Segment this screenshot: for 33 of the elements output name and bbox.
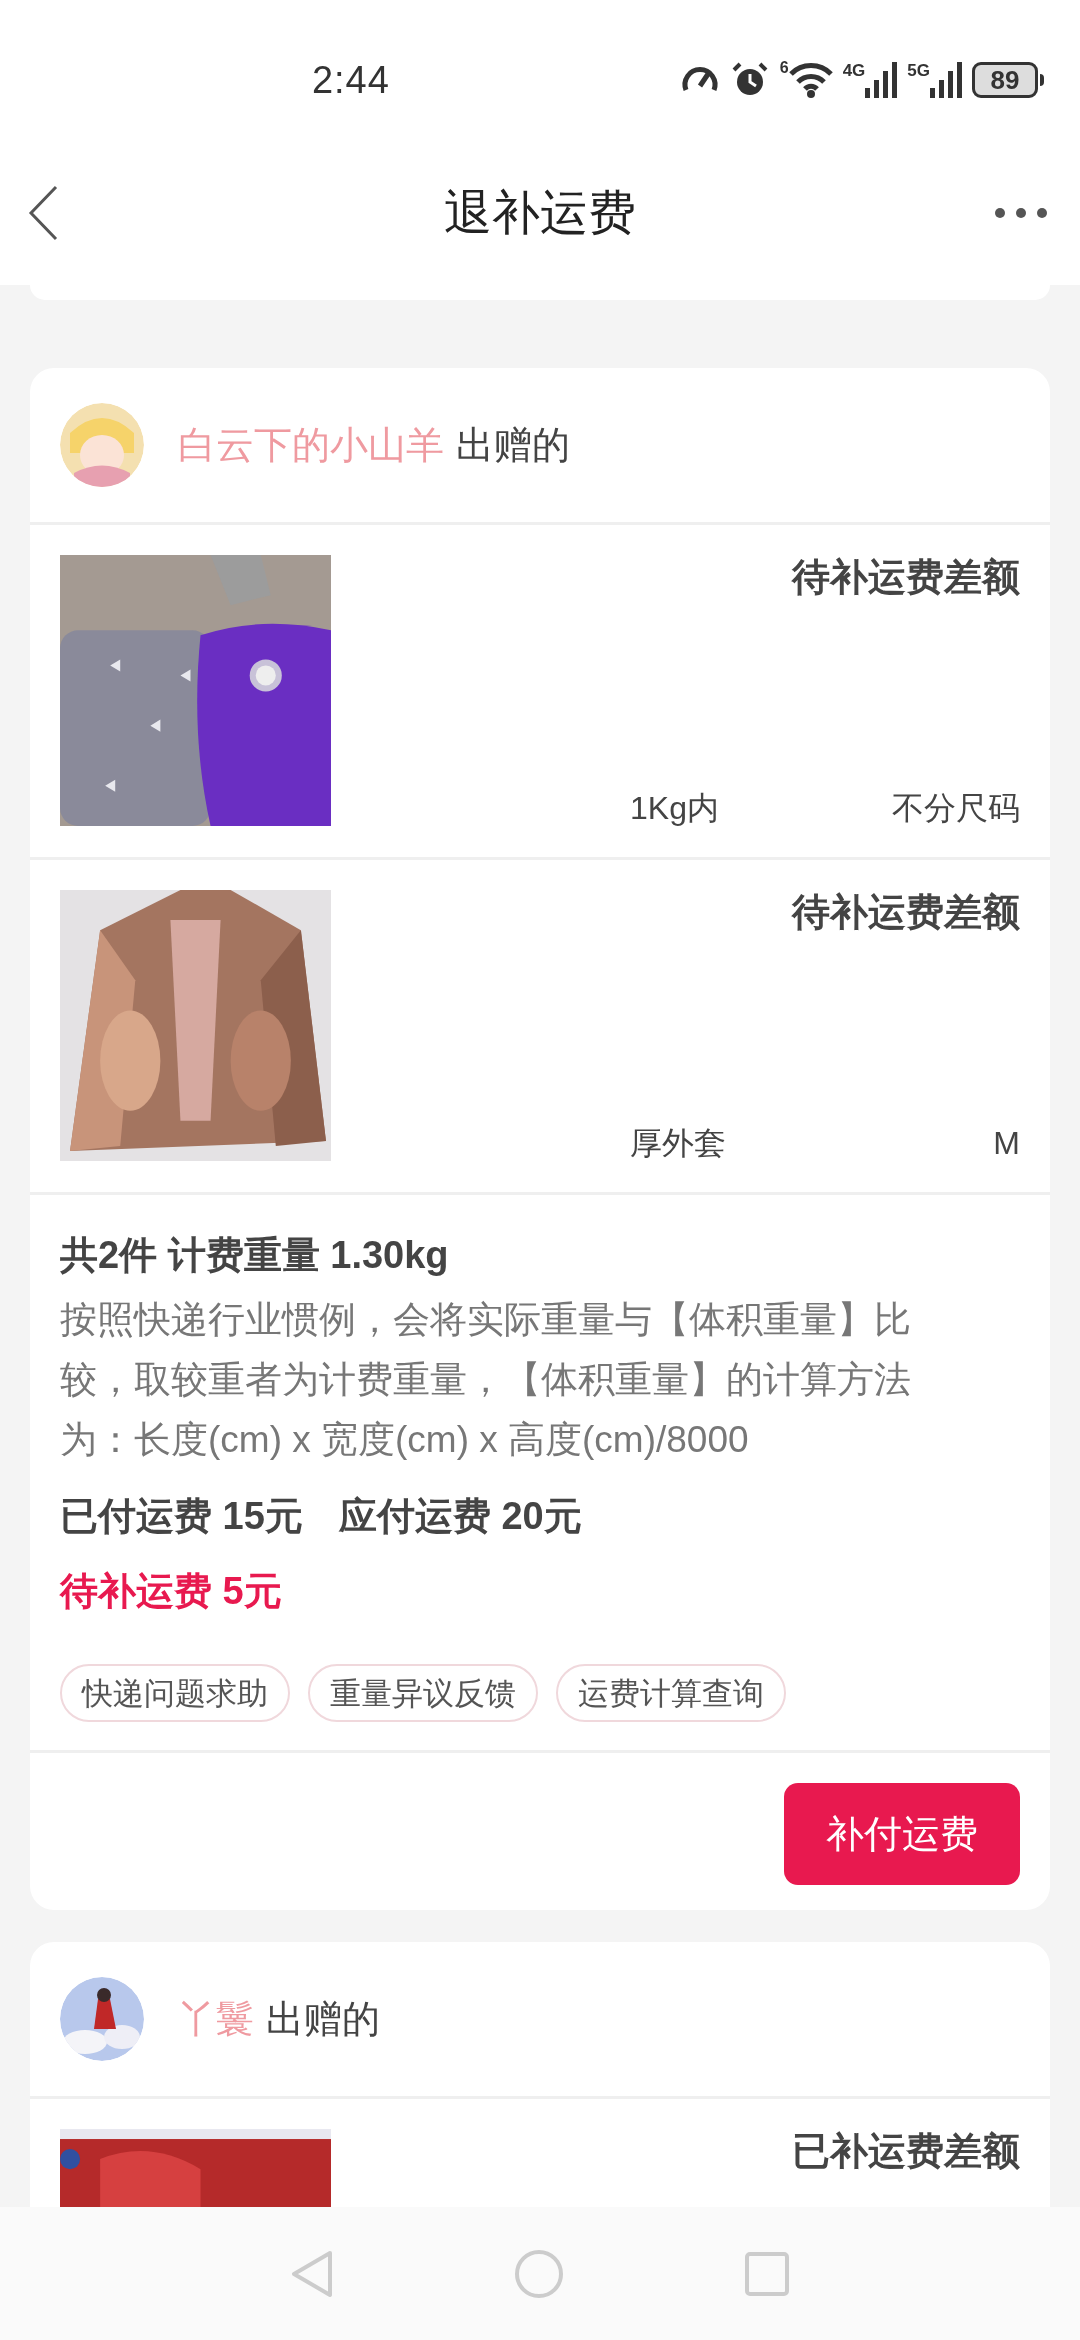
item-size: 不分尺码 xyxy=(891,792,1020,824)
network-label: 4G xyxy=(842,62,866,79)
network-label: 5G xyxy=(907,62,930,79)
pay-shipping-button[interactable]: 补付运费 xyxy=(784,1783,1020,1886)
shipping-status: 待补运费差额 xyxy=(792,555,1020,600)
item-weight: 1Kg内 xyxy=(630,792,720,824)
billing-weight: 共2件 计费重量 1.30kg xyxy=(60,1233,450,1278)
fee-amount: 应付运费 20元 xyxy=(338,1494,582,1540)
page-title: 退补运费 xyxy=(444,184,636,241)
more-icon xyxy=(994,206,1048,219)
item-weight: 厚外套 xyxy=(630,1127,727,1159)
battery-tip xyxy=(1040,74,1044,86)
shipping-status: 待补运费差额 xyxy=(792,890,1020,935)
item-size: M xyxy=(992,1127,1020,1159)
shipping-status: 已补运费差额 xyxy=(792,2129,1020,2175)
wifi-label: 6 xyxy=(779,60,789,76)
due-fee: 待补运费 5元 xyxy=(60,1569,283,1615)
status-time: 2:44 xyxy=(312,57,390,103)
home-icon xyxy=(514,2248,564,2299)
fee-amount: 已付运费 15元 xyxy=(60,1494,303,1540)
help-tag[interactable]: 重量异议反馈 xyxy=(308,1664,538,1723)
back-icon xyxy=(290,2248,334,2299)
recents-icon xyxy=(744,2250,790,2297)
help-tag[interactable]: 快递问题求助 xyxy=(60,1664,290,1723)
weight-note: 按照快递行业惯例，会将实际重量与【体积重量】比较，取较重者为计费重量，【体积重量】的计算方法为：长度(cm) x 宽度(cm) x 高度(cm)/8000 xyxy=(60,1298,912,1463)
wifi-icon xyxy=(788,60,833,100)
giver-suffix: 出赠的 xyxy=(266,1996,380,2042)
giver-suffix: 出赠的 xyxy=(456,422,570,468)
signal-icon xyxy=(865,62,898,98)
battery-level: 89 xyxy=(972,62,1038,98)
back-icon xyxy=(28,184,58,241)
signal-icon xyxy=(930,62,962,98)
help-tag[interactable]: 运费计算查询 xyxy=(556,1664,786,1723)
